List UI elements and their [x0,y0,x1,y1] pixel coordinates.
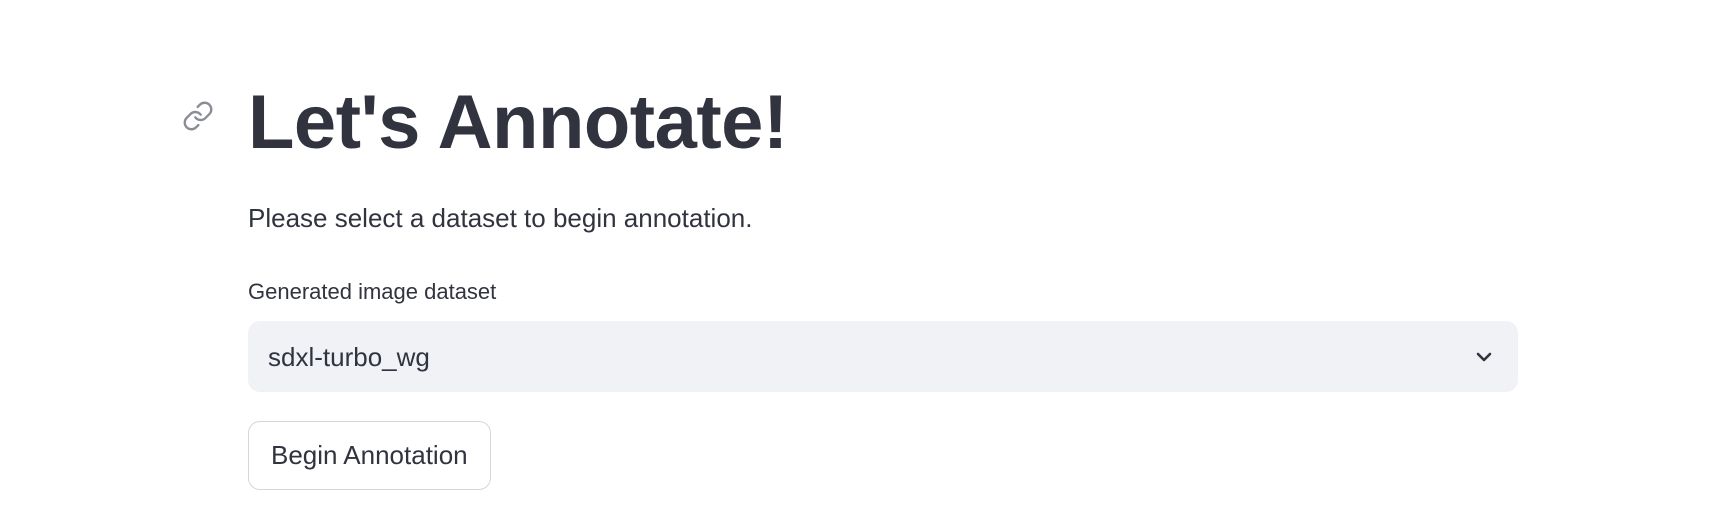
dataset-select-label: Generated image dataset [248,279,497,304]
dataset-select[interactable]: sdxl-turbo_wg [248,321,1518,392]
link-icon [182,100,214,137]
heading-anchor-link[interactable] [182,100,214,137]
instruction-text: Please select a dataset to begin annotat… [248,203,753,233]
begin-annotation-button[interactable]: Begin Annotation [248,421,491,490]
chevron-down-icon[interactable] [1470,343,1498,371]
page: Let's Annotate! Please select a dataset … [0,0,1726,510]
page-title: Let's Annotate! [248,80,788,165]
title-row: Let's Annotate! [248,78,788,168]
dataset-select-value: sdxl-turbo_wg [268,341,430,372]
